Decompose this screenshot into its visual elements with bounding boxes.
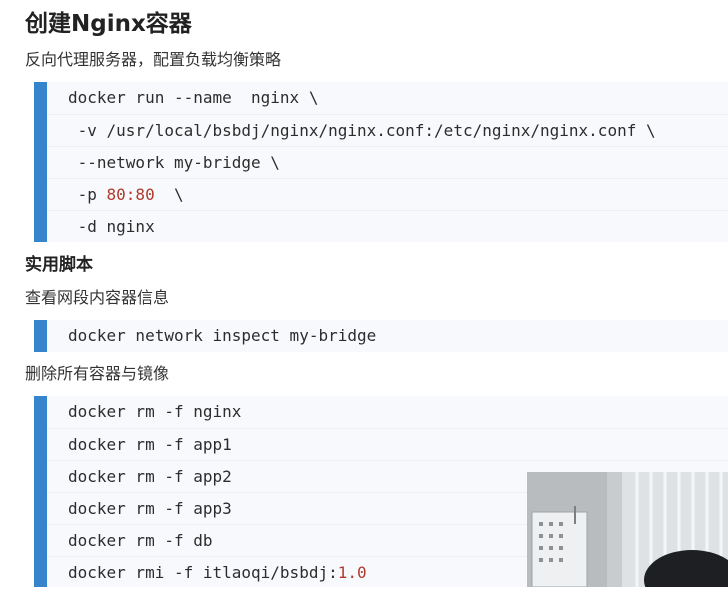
code-text: docker rmi -f itlaoqi/bsbdj: <box>68 563 338 582</box>
webcam-image <box>527 472 728 587</box>
code-text: \ <box>154 185 184 204</box>
inspect-code-block: docker network inspect my-bridge <box>34 320 728 352</box>
intro-text: 反向代理服务器，配置负载均衡策略 <box>25 50 282 69</box>
code-line: --network my-bridge \ <box>47 146 728 178</box>
code-line: docker network inspect my-bridge <box>68 326 377 345</box>
code-line: docker rm -f app1 <box>47 428 728 460</box>
webcam-overlay <box>527 472 728 587</box>
code-line: docker rm -f nginx <box>68 402 242 421</box>
code-line: -v /usr/local/bsbdj/nginx/nginx.conf:/et… <box>47 114 728 146</box>
scripts-heading: 实用脚本 <box>25 255 93 275</box>
code-line: -d nginx <box>47 210 728 242</box>
code-number: 1.0 <box>337 563 367 582</box>
nginx-code-block: docker run --name nginx \ -v /usr/local/… <box>34 82 728 242</box>
code-line: -p 80:80 \ <box>47 178 728 210</box>
page-heading: 创建Nginx容器 <box>25 11 192 37</box>
remove-caption: 删除所有容器与镜像 <box>25 364 170 383</box>
code-number: 80:80 <box>106 185 155 204</box>
code-text: -p <box>68 185 107 204</box>
code-line: docker run --name nginx \ <box>68 88 319 107</box>
inspect-caption: 查看网段内容器信息 <box>25 288 170 307</box>
